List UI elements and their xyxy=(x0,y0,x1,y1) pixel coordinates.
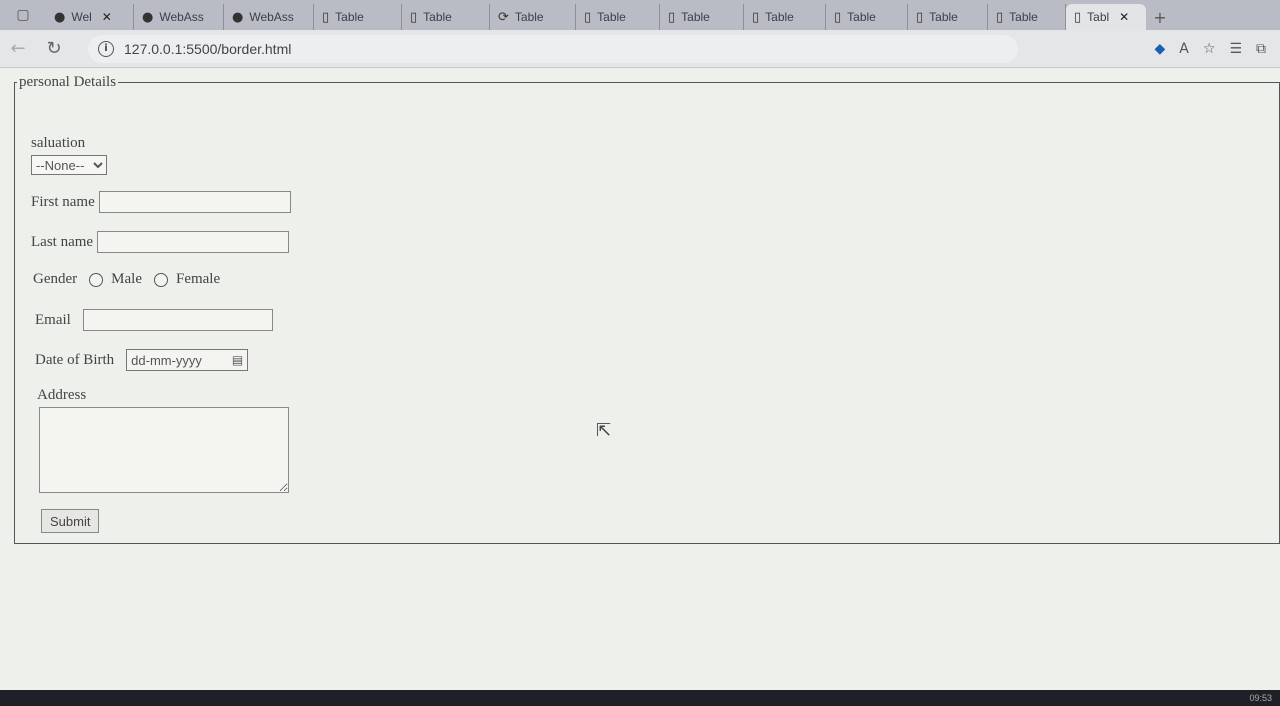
tab-label: Table xyxy=(1009,10,1038,24)
page-viewport: personal Details saluation --None-- Firs… xyxy=(0,68,1280,690)
extension-icon[interactable]: ◆ xyxy=(1155,41,1166,57)
address-textarea[interactable] xyxy=(39,407,289,493)
tab-7[interactable]: ▯ Table xyxy=(660,4,744,30)
first-name-row: First name xyxy=(31,191,291,213)
tab-3[interactable]: ▯ Table xyxy=(314,4,402,30)
tab-strip: ▢ ● Wel ✕ ● WebAss ● WebAss ▯ Table ▯ Ta… xyxy=(0,0,1280,30)
tab-label: Table xyxy=(681,10,710,24)
gender-female-label: Female xyxy=(175,271,221,287)
tab-label: WebAss xyxy=(249,10,294,24)
last-name-label: Last name xyxy=(31,233,94,250)
tab-label: Table xyxy=(514,10,544,24)
address-label: Address xyxy=(37,387,87,403)
dob-placeholder: dd-mm-yyyy xyxy=(131,352,202,368)
tab-label: Table xyxy=(335,10,364,24)
tab-0[interactable]: ● Wel ✕ xyxy=(46,4,134,30)
address-bar[interactable]: i 127.0.0.1:5500/border.html xyxy=(88,34,1018,63)
tab-6[interactable]: ▯ Table xyxy=(576,4,660,30)
tab-label: Table xyxy=(765,10,794,24)
salutation-row: --None-- xyxy=(31,155,107,175)
email-input[interactable] xyxy=(82,309,273,331)
calendar-icon[interactable]: ▤ xyxy=(232,353,243,367)
tab-9[interactable]: ▯ Table xyxy=(826,4,908,30)
tab-8[interactable]: ▯ Table xyxy=(744,4,826,30)
tab-actions-icon[interactable]: ▢ xyxy=(0,0,46,30)
salutation-label: saluation xyxy=(31,135,86,151)
tab-1[interactable]: ● WebAss xyxy=(134,4,224,30)
page-icon: ▯ xyxy=(1074,9,1082,25)
tab-11[interactable]: ▯ Table xyxy=(988,4,1066,30)
tab-label: Tabl xyxy=(1087,10,1110,24)
browser-toolbar: ← ↻ i 127.0.0.1:5500/border.html ◆ A ☆ ☰… xyxy=(0,30,1280,68)
page-icon: ▯ xyxy=(322,9,330,25)
gender-row: Gender Male Female xyxy=(33,271,220,288)
last-name-row: Last name xyxy=(31,231,290,253)
close-icon[interactable]: ✕ xyxy=(102,10,112,24)
url-text: 127.0.0.1:5500/border.html xyxy=(124,40,292,57)
tab-label: Table xyxy=(929,10,958,24)
first-name-label: First name xyxy=(31,193,95,210)
salutation-label-row: saluation xyxy=(31,135,85,152)
page-icon: ▯ xyxy=(584,9,592,25)
loading-icon: ⟳ xyxy=(498,9,509,25)
dob-input[interactable]: dd-mm-yyyy ▤ xyxy=(126,349,249,371)
tab-4[interactable]: ▯ Table xyxy=(402,4,490,30)
gender-male-radio[interactable] xyxy=(89,272,104,287)
tab-12-active[interactable]: ▯ Tabl ✕ xyxy=(1066,4,1146,30)
clock-text: 09:53 xyxy=(1249,693,1272,703)
address-label-row: Address xyxy=(37,387,86,404)
back-icon[interactable]: ← xyxy=(0,34,36,64)
salutation-select[interactable]: --None-- xyxy=(31,155,107,175)
page-icon: ▯ xyxy=(996,9,1004,25)
page-icon: ▯ xyxy=(834,9,842,25)
tab-2[interactable]: ● WebAss xyxy=(224,4,314,30)
page-icon: ▯ xyxy=(916,9,924,25)
read-aloud-icon[interactable]: A xyxy=(1179,41,1189,57)
tab-label: Table xyxy=(847,10,876,24)
reload-icon[interactable]: ↻ xyxy=(36,34,72,64)
github-icon: ● xyxy=(232,9,244,25)
toolbar-actions: ◆ A ☆ ☰ ⧉ xyxy=(1155,41,1280,57)
fieldset-legend: personal Details xyxy=(19,74,117,90)
page-icon: ▯ xyxy=(668,9,676,25)
tab-label: Wel xyxy=(71,10,92,24)
tab-10[interactable]: ▯ Table xyxy=(908,4,988,30)
close-icon[interactable]: ✕ xyxy=(1119,10,1129,24)
github-icon: ● xyxy=(54,9,66,25)
favorite-star-icon[interactable]: ☆ xyxy=(1203,41,1216,57)
personal-details-fieldset: personal Details saluation --None-- Firs… xyxy=(14,74,1280,544)
page-icon: ▯ xyxy=(752,9,760,25)
tab-label: WebAss xyxy=(159,10,204,24)
github-icon: ● xyxy=(142,9,154,25)
info-icon[interactable]: i xyxy=(98,40,114,57)
os-taskbar: 09:53 xyxy=(0,690,1280,706)
gender-label: Gender xyxy=(33,271,78,287)
gender-female-radio[interactable] xyxy=(153,272,168,287)
first-name-input[interactable] xyxy=(98,191,291,213)
email-label: Email xyxy=(35,311,71,328)
gender-male-label: Male xyxy=(111,271,142,287)
last-name-input[interactable] xyxy=(97,231,290,253)
mouse-cursor-icon: ⇱ xyxy=(596,420,612,441)
dob-label: Date of Birth xyxy=(35,351,115,368)
dob-row: Date of Birth dd-mm-yyyy ▤ xyxy=(35,349,249,371)
page-icon: ▯ xyxy=(410,9,418,25)
favorites-icon[interactable]: ☰ xyxy=(1229,41,1242,57)
tab-5[interactable]: ⟳ Table xyxy=(490,4,576,30)
collections-icon[interactable]: ⧉ xyxy=(1256,41,1266,57)
tab-label: Table xyxy=(597,10,626,24)
new-tab-icon[interactable]: + xyxy=(1146,4,1174,30)
email-row: Email xyxy=(35,309,273,331)
tab-label: Table xyxy=(423,10,452,24)
submit-button[interactable]: Submit xyxy=(41,509,100,533)
